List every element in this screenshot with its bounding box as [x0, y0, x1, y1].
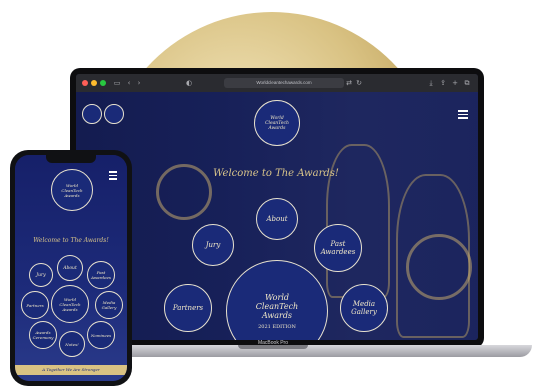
tab-overview-icon[interactable]: ⧉: [462, 78, 472, 88]
phone-badge-text: World CleanTech Awards: [59, 296, 81, 312]
nav-past-awardees[interactable]: Past Awardees: [314, 224, 362, 272]
site-logo-text: World CleanTech Awards: [265, 115, 289, 131]
download-icon[interactable]: ⤓: [426, 78, 436, 88]
nav-jury[interactable]: Jury: [192, 224, 234, 266]
address-bar[interactable]: Worldcleantechawards.com: [224, 78, 344, 88]
maximize-window-icon[interactable]: [100, 80, 106, 86]
browser-toolbar: ▭ ‹ › ◐ Worldcleantechawards.com ⇄ ↻ ⤓ ⇪…: [76, 74, 478, 92]
partner-logo[interactable]: [104, 104, 124, 124]
phone-site-logo[interactable]: World CleanTech Awards: [51, 169, 93, 211]
welcome-heading: Welcome to The Awards!: [213, 168, 339, 179]
center-badge-edition: 2021 EDITION: [258, 323, 296, 330]
laptop-label: MacBook Pro: [257, 340, 288, 346]
laptop-screen: ▭ ‹ › ◐ Worldcleantechawards.com ⇄ ↻ ⤓ ⇪…: [76, 74, 478, 340]
phone-nav-about[interactable]: About: [57, 255, 83, 281]
phone-welcome-heading: Welcome to The Awards!: [33, 237, 109, 244]
phone-nav-past-awardees[interactable]: Past Awardees: [87, 261, 115, 289]
close-window-icon[interactable]: [82, 80, 88, 86]
phone-screen: World CleanTech Awards Welcome to The Aw…: [15, 155, 127, 381]
phone-nav-nominees[interactable]: Nominees: [87, 321, 115, 349]
minimize-window-icon[interactable]: [91, 80, 97, 86]
nav-media-gallery[interactable]: Media Gallery: [340, 284, 388, 332]
site-logo[interactable]: World CleanTech Awards: [254, 100, 300, 146]
logo-ring-decoration: [406, 234, 472, 300]
privacy-shield-icon[interactable]: ◐: [184, 78, 194, 88]
phone-nav-partners[interactable]: Partners: [21, 291, 49, 319]
phone-nav-jury[interactable]: Jury: [29, 263, 53, 287]
new-tab-icon[interactable]: +: [450, 78, 460, 88]
partner-logo[interactable]: [82, 104, 102, 124]
phone-notch: [46, 155, 96, 163]
back-icon[interactable]: ‹: [124, 78, 134, 88]
phone-nav-awards-ceremony[interactable]: Awards Ceremony: [29, 321, 57, 349]
phone-footer-banner: A Together We Are Stronger: [15, 365, 127, 375]
nav-partners[interactable]: Partners: [164, 284, 212, 332]
translate-icon[interactable]: ⇄: [344, 78, 354, 88]
reload-icon[interactable]: ↻: [354, 78, 364, 88]
share-icon[interactable]: ⇪: [438, 78, 448, 88]
forward-icon[interactable]: ›: [134, 78, 144, 88]
menu-icon[interactable]: [458, 108, 468, 121]
center-badge-title: World CleanTech Awards: [255, 292, 299, 320]
phone-logo-text: World CleanTech Awards: [61, 182, 83, 198]
sidebar-icon[interactable]: ▭: [112, 78, 122, 88]
phone-menu-icon[interactable]: [109, 169, 117, 182]
phone-center-badge[interactable]: World CleanTech Awards: [51, 285, 89, 323]
phone-nav-media-gallery[interactable]: Media Gallery: [95, 291, 123, 319]
nav-about[interactable]: About: [256, 198, 298, 240]
phone-nav-notes[interactable]: Notes!: [59, 331, 85, 357]
